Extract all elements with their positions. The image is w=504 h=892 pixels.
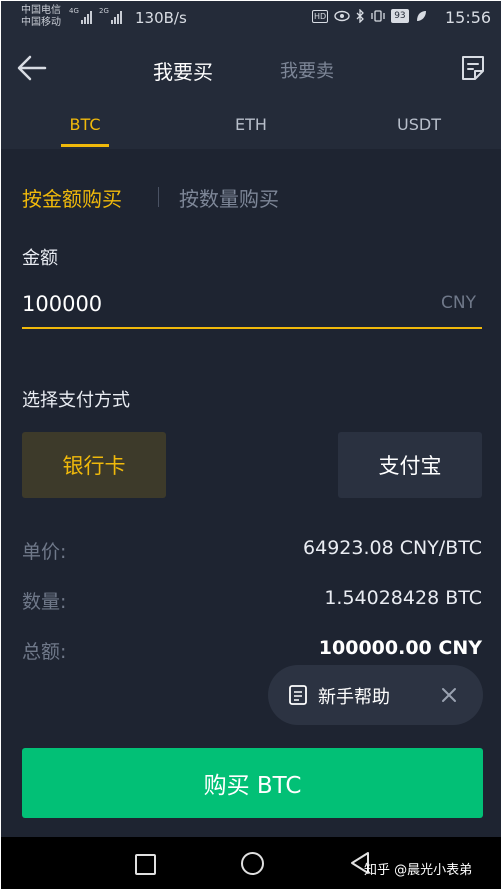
eye-icon: [334, 10, 350, 22]
close-icon[interactable]: [439, 685, 459, 705]
quantity-value: 1.54028428 BTC: [324, 587, 482, 609]
tab-sell[interactable]: 我要卖: [280, 57, 334, 83]
quantity-label: 数量:: [22, 591, 67, 613]
status-icons: HD 93: [312, 9, 427, 23]
status-bar: 中国电信 中国移动 4G 2G 130B/s HD 93 15:56: [1, 1, 501, 37]
amount-label: 金额: [22, 248, 58, 269]
amount-input[interactable]: [20, 287, 404, 321]
total-label: 总额:: [22, 641, 67, 663]
home-icon[interactable]: [241, 852, 264, 875]
active-coin-underline: [61, 144, 109, 147]
mode-by-amount[interactable]: 按金额购买: [22, 183, 122, 212]
hd-icon: HD: [312, 9, 329, 23]
carrier-names: 中国电信 中国移动: [21, 5, 61, 29]
amount-underline: [22, 327, 482, 329]
total-value: 100000.00 CNY: [318, 637, 482, 659]
beginner-help-label: 新手帮助: [318, 687, 390, 708]
network-type-1: 4G: [69, 7, 79, 15]
payment-bank-card-button[interactable]: 银行卡: [22, 432, 166, 498]
amount-unit: CNY: [441, 293, 476, 313]
carrier-1: 中国电信: [21, 5, 61, 16]
network-type-2: 2G: [99, 7, 109, 15]
beginner-help-pill[interactable]: 新手帮助: [268, 665, 483, 725]
clock: 15:56: [445, 8, 492, 27]
app-screen: 中国电信 中国移动 4G 2G 130B/s HD 93 15:56 我要买 我…: [1, 1, 501, 889]
mode-divider: [158, 187, 159, 207]
bluetooth-icon: [356, 9, 365, 23]
coin-tab-usdt[interactable]: USDT: [391, 115, 447, 134]
tab-buy[interactable]: 我要买: [153, 56, 213, 85]
watermark: 知乎 @晨光小表弟: [364, 863, 473, 878]
unit-price-label: 单价:: [22, 541, 67, 563]
mode-by-quantity[interactable]: 按数量购买: [179, 183, 279, 212]
unit-price-value: 64923.08 CNY/BTC: [303, 537, 482, 559]
payment-alipay-button[interactable]: 支付宝: [338, 432, 482, 498]
top-header: 我要买 我要卖: [1, 37, 501, 99]
coin-tab-btc[interactable]: BTC: [61, 115, 109, 134]
leaf-icon: [416, 11, 426, 21]
orders-icon[interactable]: [460, 54, 486, 82]
battery-icon: 93: [391, 9, 409, 23]
signal-icon-2: [111, 10, 122, 24]
signal-icon: [81, 10, 92, 24]
payment-method-label: 选择支付方式: [22, 390, 130, 411]
coin-tabs: BTC ETH USDT: [1, 99, 501, 149]
back-arrow-icon[interactable]: [15, 53, 49, 83]
buy-btc-button[interactable]: 购买 BTC: [22, 748, 483, 818]
network-speed: 130B/s: [135, 9, 187, 27]
coin-tab-eth[interactable]: ETH: [227, 115, 275, 134]
carrier-2: 中国移动: [21, 17, 61, 28]
recent-apps-icon[interactable]: [135, 854, 156, 875]
vibrate-icon: [371, 10, 385, 22]
document-icon: [289, 685, 307, 705]
system-nav-bar: 知乎 @晨光小表弟: [1, 837, 501, 889]
